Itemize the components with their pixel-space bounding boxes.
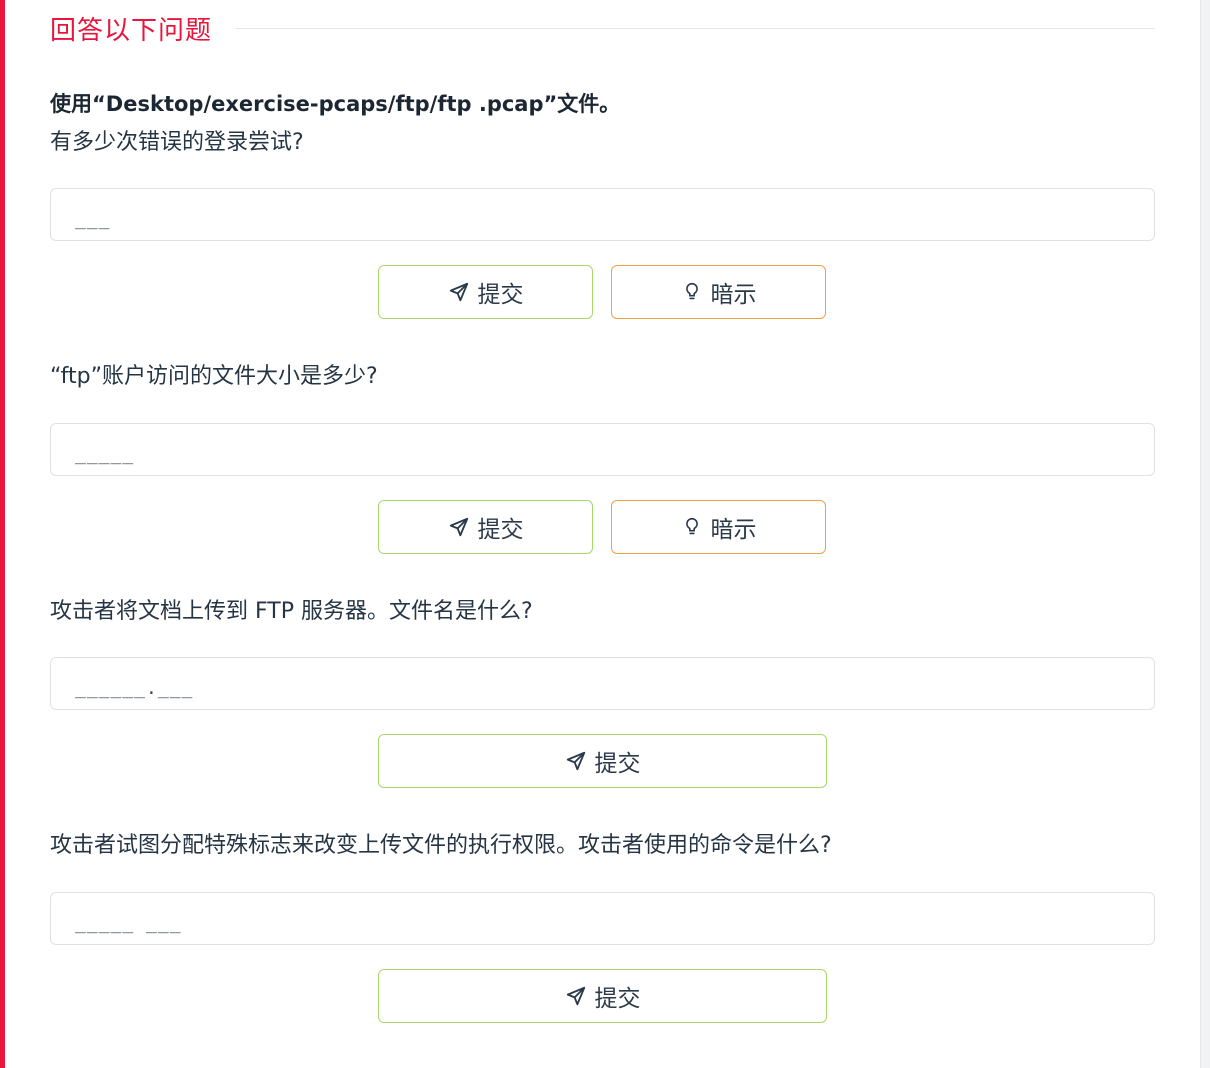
question-3-text: 攻击者将文档上传到 FTP 服务器。文件名是什么? [50,599,533,624]
hint-button-label: 暗示 [710,282,757,308]
submit-button-label: 提交 [594,986,641,1012]
hint-button-label: 暗示 [710,517,757,543]
lightbulb-icon [681,281,703,303]
section-header: 回答以下问题 [50,10,1155,46]
answer-mask-4: _____ ___ [75,913,182,934]
paper-plane-icon [448,516,470,538]
question-1-text: 有多少次错误的登录尝试? [50,130,304,155]
question-4-text: 攻击者试图分配特殊标志来改变上传文件的执行权限。攻击者使用的命令是什么? [50,833,832,858]
submit-button-4[interactable]: 提交 [378,969,827,1023]
section-title: 回答以下问题 [50,15,213,46]
left-accent-bar [0,0,5,1068]
task-panel: 回答以下问题 使用“Desktop/exercise-pcaps/ftp/ftp… [0,0,1210,1068]
intro-text: 使用“Desktop/exercise-pcaps/ftp/ftp .pcap”… [50,92,621,116]
answer-input-2[interactable]: _____ [50,423,1155,476]
answer-input-3[interactable]: ______.___ [50,657,1155,710]
answer-mask-1: ___ [75,209,111,230]
lightbulb-icon [681,516,703,538]
answer-mask-2: _____ [75,444,135,465]
paper-plane-icon [448,281,470,303]
answer-input-1[interactable]: ___ [50,188,1155,241]
question-2-text: “ftp”账户访问的文件大小是多少? [50,364,378,389]
submit-button-3[interactable]: 提交 [378,734,827,788]
hint-button-2[interactable]: 暗示 [611,500,826,554]
scrollbar-track[interactable] [1200,0,1210,1068]
answer-mask-3: ______.___ [75,678,194,699]
section-divider [236,27,1155,29]
submit-button-1[interactable]: 提交 [378,265,593,319]
paper-plane-icon [565,985,587,1007]
paper-plane-icon [565,750,587,772]
submit-button-label: 提交 [477,517,524,543]
submit-button-label: 提交 [594,751,641,777]
answer-input-4[interactable]: _____ ___ [50,892,1155,945]
hint-button-1[interactable]: 暗示 [611,265,826,319]
submit-button-label: 提交 [477,282,524,308]
submit-button-2[interactable]: 提交 [378,500,593,554]
